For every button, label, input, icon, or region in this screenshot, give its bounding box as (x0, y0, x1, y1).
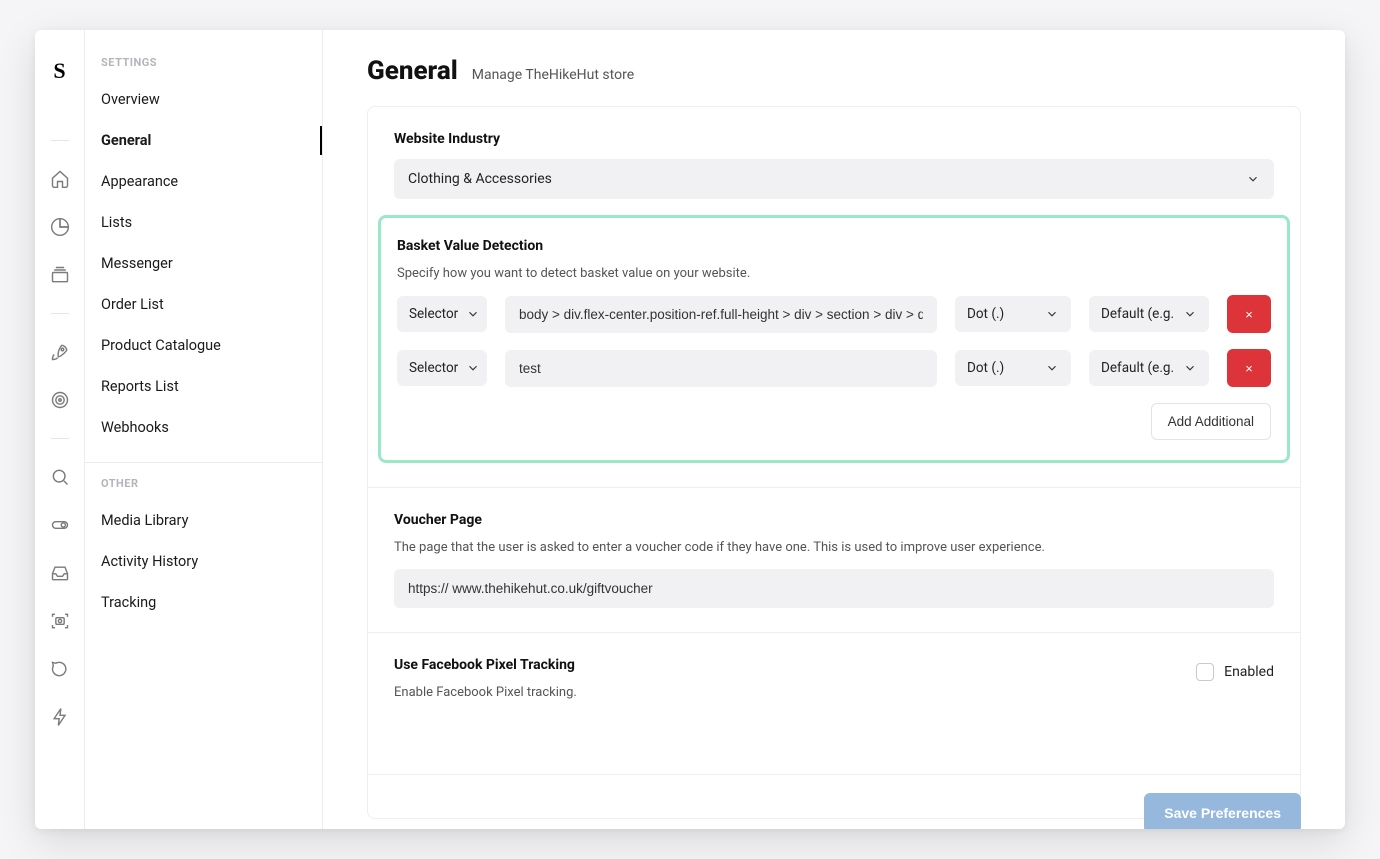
sidebar-item-product-catalogue[interactable]: Product Catalogue (85, 325, 322, 366)
rail-separator (51, 438, 69, 439)
detector-selector-input[interactable] (505, 350, 937, 387)
detector-separator-value: Dot (.) (967, 306, 1004, 322)
sidebar-item-general[interactable]: General (85, 120, 322, 161)
detector-type-value: Selector (409, 360, 458, 376)
rail-separator (51, 140, 69, 141)
sidebar-divider (85, 462, 322, 463)
sidebar-item-media-library[interactable]: Media Library (85, 500, 322, 541)
home-icon[interactable] (50, 169, 70, 189)
rail-separator (51, 313, 69, 314)
icon-rail: S (35, 30, 85, 829)
detector-selector-input[interactable] (505, 296, 937, 333)
chevron-down-icon (1183, 361, 1197, 375)
sidebar-group-label-settings: SETTINGS (85, 56, 322, 79)
chevron-down-icon (1183, 307, 1197, 321)
voucher-desc: The page that the user is asked to enter… (394, 540, 1274, 555)
chevron-down-icon (1045, 307, 1059, 321)
basket-detection-section: Basket Value Detection Specify how you w… (378, 215, 1290, 463)
remove-detector-button[interactable]: × (1227, 295, 1271, 333)
website-industry-select[interactable]: Clothing & Accessories (394, 159, 1274, 199)
settings-sidebar: SETTINGS Overview General Appearance Lis… (85, 30, 323, 829)
add-additional-wrap: Add Additional (397, 403, 1271, 440)
basket-title: Basket Value Detection (397, 238, 1271, 254)
voucher-url-input[interactable] (394, 569, 1274, 608)
bolt-icon[interactable] (50, 707, 70, 727)
detector-type-select[interactable]: Selector (397, 296, 487, 332)
detector-row: Selector Dot (.) Default (e.g. P × (397, 349, 1271, 387)
sidebar-item-overview[interactable]: Overview (85, 79, 322, 120)
capture-icon[interactable] (50, 611, 70, 631)
website-industry-value: Clothing & Accessories (408, 171, 552, 187)
facebook-pixel-row: Use Facebook Pixel Tracking Enable Faceb… (394, 657, 1274, 700)
logo: S (53, 58, 65, 84)
page-title: General (367, 56, 458, 86)
inbox-icon[interactable] (50, 563, 70, 583)
section-divider (368, 632, 1300, 633)
chart-icon[interactable] (50, 217, 70, 237)
chevron-down-icon (1246, 172, 1260, 186)
chevron-down-icon (1045, 361, 1059, 375)
detector-format-select[interactable]: Default (e.g. P (1089, 350, 1209, 386)
website-industry-label: Website Industry (394, 131, 1274, 147)
page-header: General Manage TheHikeHut store (367, 56, 1301, 86)
target-icon[interactable] (50, 390, 70, 410)
chevron-down-icon (466, 307, 480, 321)
chevron-down-icon (466, 361, 480, 375)
sidebar-item-appearance[interactable]: Appearance (85, 161, 322, 202)
detector-format-value: Default (e.g. P (1101, 306, 1175, 322)
main-content: General Manage TheHikeHut store Website … (323, 30, 1345, 829)
search-icon[interactable] (50, 467, 70, 487)
settings-card: Website Industry Clothing & Accessories … (367, 106, 1301, 819)
sidebar-item-reports-list[interactable]: Reports List (85, 366, 322, 407)
toggle-icon[interactable] (50, 515, 70, 535)
detector-type-value: Selector (409, 306, 458, 322)
detector-separator-value: Dot (.) (967, 360, 1004, 376)
stack-icon[interactable] (50, 265, 70, 285)
facebook-pixel-title: Use Facebook Pixel Tracking (394, 657, 1176, 673)
facebook-pixel-desc: Enable Facebook Pixel tracking. (394, 685, 1176, 700)
detector-format-value: Default (e.g. P (1101, 360, 1175, 376)
facebook-pixel-checkbox-label: Enabled (1224, 664, 1274, 680)
sidebar-item-lists[interactable]: Lists (85, 202, 322, 243)
section-divider (368, 487, 1300, 488)
sidebar-item-tracking[interactable]: Tracking (85, 582, 322, 623)
page-subtitle: Manage TheHikeHut store (472, 67, 634, 83)
basket-desc: Specify how you want to detect basket va… (397, 266, 1271, 281)
app-shell: S (35, 30, 1345, 829)
detector-format-select[interactable]: Default (e.g. P (1089, 296, 1209, 332)
add-additional-button[interactable]: Add Additional (1151, 403, 1271, 440)
chat-icon[interactable] (50, 659, 70, 679)
sidebar-item-activity-history[interactable]: Activity History (85, 541, 322, 582)
facebook-pixel-checkbox[interactable] (1196, 663, 1214, 681)
sidebar-group-label-other: OTHER (85, 477, 322, 500)
save-bar: Save Preferences (367, 774, 1301, 829)
sidebar-item-messenger[interactable]: Messenger (85, 243, 322, 284)
voucher-title: Voucher Page (394, 512, 1274, 528)
detector-separator-select[interactable]: Dot (.) (955, 296, 1071, 332)
detector-row: Selector Dot (.) Default (e.g. P × (397, 295, 1271, 333)
sidebar-item-webhooks[interactable]: Webhooks (85, 407, 322, 448)
remove-detector-button[interactable]: × (1227, 349, 1271, 387)
save-preferences-button[interactable]: Save Preferences (1144, 793, 1301, 829)
detector-type-select[interactable]: Selector (397, 350, 487, 386)
detector-separator-select[interactable]: Dot (.) (955, 350, 1071, 386)
rocket-icon[interactable] (50, 342, 70, 362)
sidebar-item-order-list[interactable]: Order List (85, 284, 322, 325)
